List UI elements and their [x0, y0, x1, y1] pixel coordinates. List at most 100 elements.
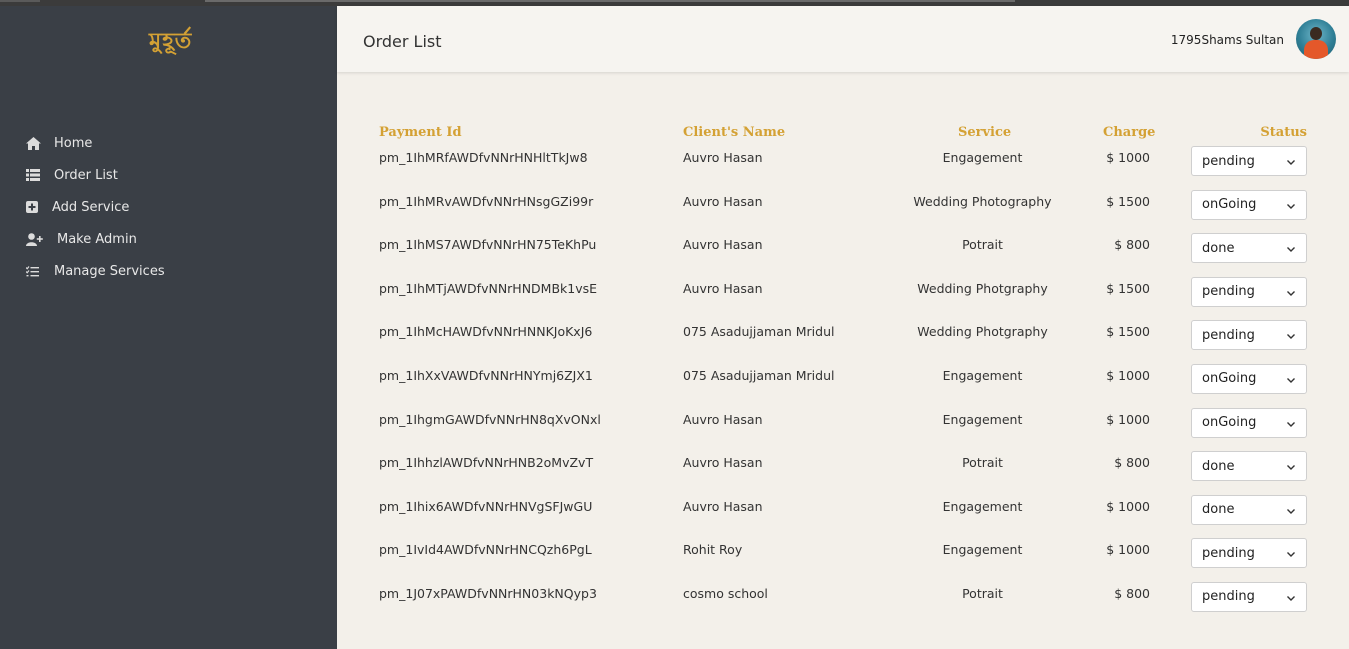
sidebar-item-label: Add Service	[52, 199, 130, 215]
status-select[interactable]: done	[1191, 233, 1307, 264]
chevron-down-icon	[1286, 287, 1296, 302]
status-select[interactable]: onGoing	[1191, 407, 1307, 438]
status-value: onGoing	[1202, 371, 1257, 387]
chevron-down-icon	[1286, 374, 1296, 389]
table-row: pm_1IhgmGAWDfvNNrHN8qXvONxl Auvro Hasan En…	[379, 407, 1307, 452]
service-cell: Engagement	[942, 411, 1023, 427]
home-icon	[26, 136, 48, 150]
charge-cell: $ 1000	[1106, 542, 1150, 558]
status-select[interactable]: pending	[1191, 276, 1307, 307]
table-row: pm_1J07xPAWDfvNNrHN03kNQyp3 cosmo school P…	[379, 581, 1307, 626]
payment-id-cell: pm_1IvId4AWDfvNNrHNCQzh6PgL	[379, 542, 592, 558]
service-cell: Engagement	[942, 542, 1023, 558]
status-value: pending	[1202, 545, 1255, 561]
status-select[interactable]: done	[1191, 451, 1307, 482]
sidebar: মুহূর্ত Home Order List Add Service Make…	[0, 6, 337, 649]
status-select[interactable]: pending	[1191, 146, 1307, 176]
column-header-charge: Charge	[1103, 125, 1156, 140]
client-name-cell: 075 Asadujjaman Mridul	[683, 324, 835, 340]
payment-id-cell: pm_1IhMS7AWDfvNNrHN75TeKhPu	[379, 237, 597, 253]
chevron-down-icon	[1286, 200, 1296, 215]
client-name-cell: Auvro Hasan	[683, 411, 763, 427]
tasks-icon	[26, 265, 48, 277]
column-header-status: Status	[1260, 125, 1307, 140]
charge-cell: $ 1500	[1106, 280, 1150, 296]
charge-cell: $ 1500	[1106, 324, 1150, 340]
table-row: pm_1IhMTjAWDfvNNrHNDMBk1vsE Auvro Hasan We…	[379, 276, 1307, 321]
table-row: pm_1IhMRfAWDfvNNrHNHltTkJw8 Auvro Hasan En…	[379, 146, 1307, 190]
charge-cell: $ 800	[1114, 455, 1150, 471]
service-cell: Engagement	[942, 498, 1023, 514]
column-header-service: Service	[958, 125, 1012, 140]
table-row: pm_1IhMS7AWDfvNNrHN75TeKhPu Auvro Hasan Po…	[379, 233, 1307, 277]
status-select[interactable]: pending	[1191, 320, 1307, 351]
user-name: 1795Shams Sultan	[1170, 33, 1284, 47]
client-name-cell: Auvro Hasan	[683, 193, 763, 209]
sidebar-item-order-list[interactable]: Order List	[26, 159, 165, 191]
charge-cell: $ 1000	[1106, 367, 1150, 383]
payment-id-cell: pm_1IhhzlAWDfvNNrHNB2oMvZvT	[379, 455, 594, 471]
table-row: pm_1IhMcHAWDfvNNrHNNKJoKxJ6 075 Asadujjam…	[379, 320, 1307, 364]
status-value: pending	[1202, 327, 1255, 343]
charge-cell: $ 1500	[1106, 193, 1150, 209]
chevron-down-icon	[1286, 505, 1296, 520]
sidebar-item-add-service[interactable]: Add Service	[26, 191, 165, 223]
client-name-cell: Auvro Hasan	[683, 237, 763, 253]
client-name-cell: Auvro Hasan	[683, 498, 763, 514]
payment-id-cell: pm_1IhMcHAWDfvNNrHNNKJoKxJ6	[379, 324, 593, 340]
payment-id-cell: pm_1IhMTjAWDfvNNrHNDMBk1vsE	[379, 280, 598, 296]
status-select[interactable]: pending	[1191, 538, 1307, 569]
sidebar-item-label: Order List	[54, 167, 118, 183]
browser-tab[interactable]	[0, 0, 40, 2]
status-value: onGoing	[1202, 197, 1257, 213]
avatar[interactable]	[1296, 19, 1336, 59]
table-row: pm_1IhXxVAWDfvNNrHNYmj6ZJX1 075 Asadujjam…	[379, 363, 1307, 408]
status-value: pending	[1202, 284, 1255, 300]
status-value: done	[1202, 458, 1235, 474]
status-select[interactable]: onGoing	[1191, 363, 1307, 394]
brand-logo[interactable]: মুহূর্ত	[149, 24, 192, 61]
status-value: pending	[1202, 589, 1255, 605]
page-title: Order List	[363, 32, 442, 51]
charge-cell: $ 800	[1114, 237, 1150, 253]
chevron-down-icon	[1286, 243, 1296, 258]
sidebar-item-label: Make Admin	[57, 231, 137, 247]
chevron-down-icon	[1286, 461, 1296, 476]
table-row: pm_1Ihix6AWDfvNNrHNVgSFJwGU Auvro Hasan En…	[379, 494, 1307, 539]
avatar-body	[1304, 40, 1328, 59]
payment-id-cell: pm_1IhMRvAWDfvNNrHNsgGZi99r	[379, 193, 594, 209]
chevron-down-icon	[1286, 330, 1296, 345]
service-cell: Potrait	[962, 237, 1003, 253]
service-cell: Wedding Photography	[913, 193, 1052, 209]
chevron-down-icon	[1286, 156, 1296, 171]
table-body: pm_1IhMRfAWDfvNNrHNHltTkJw8 Auvro Hasan En…	[379, 146, 1307, 626]
payment-id-cell: pm_1IhMRfAWDfvNNrHNHltTkJw8	[379, 150, 588, 165]
client-name-cell: 075 Asadujjaman Mridul	[683, 367, 835, 383]
status-select[interactable]: done	[1191, 494, 1307, 525]
browser-address-bar[interactable]	[205, 0, 1015, 2]
status-value: done	[1202, 502, 1235, 518]
table-header: Payment Id Client's Name Service Charge …	[379, 120, 1307, 146]
client-name-cell: cosmo school	[683, 585, 768, 601]
charge-cell: $ 1000	[1106, 150, 1150, 165]
sidebar-item-make-admin[interactable]: Make Admin	[26, 223, 165, 255]
service-cell: Wedding Photgraphy	[917, 324, 1048, 340]
status-select[interactable]: onGoing	[1191, 189, 1307, 220]
payment-id-cell: pm_1IhgmGAWDfvNNrHN8qXvONxl	[379, 411, 601, 427]
status-value: onGoing	[1202, 415, 1257, 431]
service-cell: Potrait	[962, 585, 1003, 601]
list-icon	[26, 169, 48, 181]
service-cell: Engagement	[942, 367, 1023, 383]
status-value: done	[1202, 240, 1235, 256]
status-select[interactable]: pending	[1191, 581, 1307, 612]
chevron-down-icon	[1286, 418, 1296, 433]
sidebar-nav: Home Order List Add Service Make Admin M…	[26, 127, 165, 287]
column-header-client: Client's Name	[683, 125, 786, 140]
service-cell: Engagement	[942, 150, 1023, 165]
payment-id-cell: pm_1Ihix6AWDfvNNrHNVgSFJwGU	[379, 498, 593, 514]
sidebar-item-home[interactable]: Home	[26, 127, 165, 159]
sidebar-item-manage-services[interactable]: Manage Services	[26, 255, 165, 287]
chevron-down-icon	[1286, 592, 1296, 607]
charge-cell: $ 1000	[1106, 498, 1150, 514]
client-name-cell: Rohit Roy	[683, 542, 743, 558]
